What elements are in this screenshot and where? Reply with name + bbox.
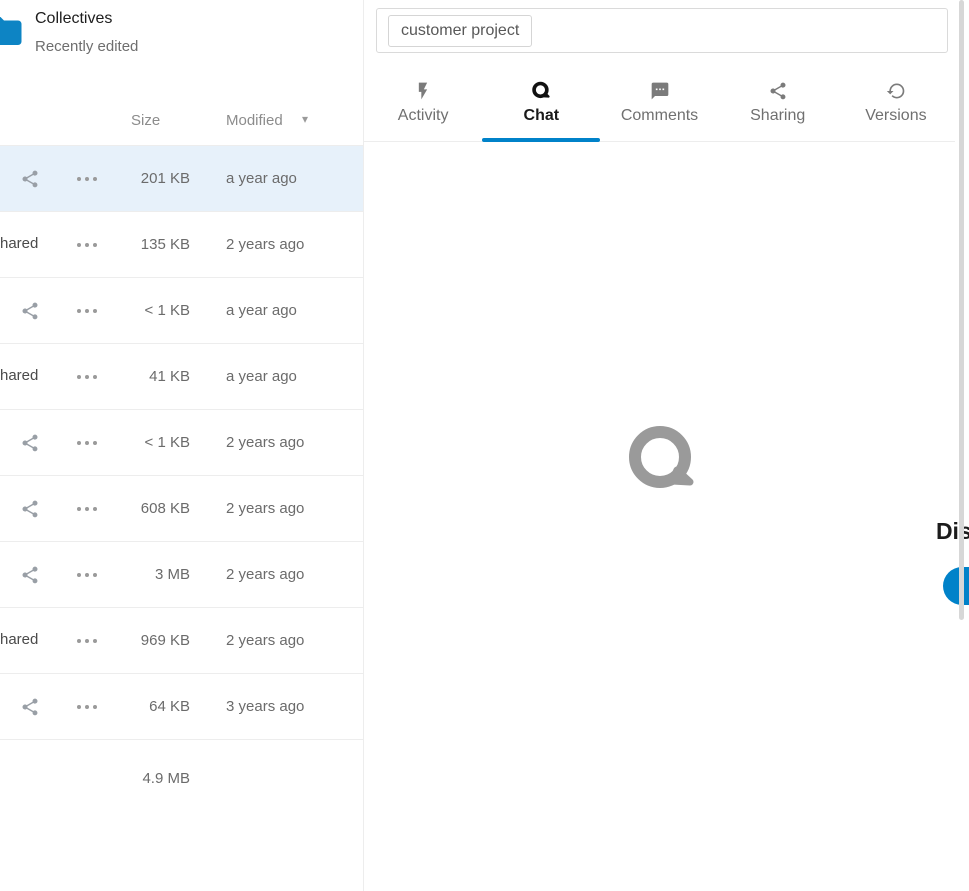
file-name-fragment: hared [0, 631, 38, 648]
file-size: 64 KB [95, 698, 190, 715]
share-icon[interactable] [20, 499, 40, 519]
file-name-fragment: hared [0, 235, 38, 252]
scrollbar-thumb[interactable] [959, 0, 964, 620]
file-modified: 3 years ago [226, 698, 304, 715]
tab-label: Versions [865, 107, 926, 125]
file-modified: 2 years ago [226, 500, 304, 517]
file-list-pane: Collectives Recently edited Size Modifie… [0, 0, 364, 891]
tab-label: Sharing [750, 107, 805, 125]
tab-activity[interactable]: Activity [364, 75, 482, 141]
share-icon[interactable] [20, 565, 40, 585]
tag-chip[interactable]: customer project [388, 15, 532, 47]
file-size: < 1 KB [95, 302, 190, 319]
table-row[interactable]: hared 41 KB a year ago [0, 344, 363, 410]
file-size: 969 KB [95, 632, 190, 649]
tab-sharing[interactable]: Sharing [719, 75, 837, 141]
chat-empty-title: Discuss this file [728, 518, 969, 545]
table-row[interactable]: 201 KB a year ago [0, 146, 363, 212]
share-icon[interactable] [20, 169, 40, 189]
talk-icon [531, 81, 551, 103]
table-row[interactable]: < 1 KB a year ago [0, 278, 363, 344]
tab-label: Chat [524, 107, 560, 125]
message-icon [650, 81, 670, 103]
file-modified: 2 years ago [226, 434, 304, 451]
join-conversation-button[interactable]: Join conversation [943, 567, 969, 605]
column-header-modified[interactable]: Modified [226, 112, 283, 129]
tab-chat[interactable]: Chat [482, 75, 600, 141]
file-size: 41 KB [95, 368, 190, 385]
table-row[interactable]: 64 KB 3 years ago [0, 674, 363, 740]
folder-icon [0, 10, 25, 52]
total-size: 4.9 MB [95, 770, 190, 787]
file-size: 201 KB [95, 170, 190, 187]
share-icon[interactable] [20, 697, 40, 717]
tab-label: Comments [621, 107, 698, 125]
file-size: 3 MB [95, 566, 190, 583]
table-row[interactable]: hared 969 KB 2 years ago [0, 608, 363, 674]
tags-input[interactable]: customer project [376, 8, 948, 53]
file-modified: a year ago [226, 302, 297, 319]
sidebar-tabs: Activity Chat Comments Sharing Versions [364, 75, 955, 142]
file-modified: a year ago [226, 368, 297, 385]
file-modified: a year ago [226, 170, 297, 187]
file-modified: 2 years ago [226, 236, 304, 253]
table-row[interactable]: 3 MB 2 years ago [0, 542, 363, 608]
column-header-size[interactable]: Size [131, 112, 160, 129]
file-size: < 1 KB [95, 434, 190, 451]
tab-comments[interactable]: Comments [600, 75, 718, 141]
breadcrumb-title[interactable]: Collectives [35, 10, 112, 28]
active-tab-indicator [482, 138, 600, 142]
file-rows: 201 KB a year ago hared 135 KB 2 years a… [0, 146, 363, 740]
table-row[interactable]: 608 KB 2 years ago [0, 476, 363, 542]
file-size: 135 KB [95, 236, 190, 253]
breadcrumb-subtitle: Recently edited [35, 38, 138, 55]
file-size: 608 KB [95, 500, 190, 517]
tab-versions[interactable]: Versions [837, 75, 955, 141]
table-row[interactable]: < 1 KB 2 years ago [0, 410, 363, 476]
sort-caret-icon[interactable]: ▾ [302, 112, 308, 126]
tab-label: Activity [398, 107, 449, 125]
table-row[interactable]: hared 135 KB 2 years ago [0, 212, 363, 278]
file-modified: 2 years ago [226, 632, 304, 649]
share-icon[interactable] [20, 301, 40, 321]
lightning-icon [413, 81, 433, 103]
file-modified: 2 years ago [226, 566, 304, 583]
restore-icon [886, 81, 906, 103]
share-icon[interactable] [20, 433, 40, 453]
talk-logo-icon [627, 424, 699, 496]
share-icon [768, 81, 788, 103]
file-name-fragment: hared [0, 367, 38, 384]
